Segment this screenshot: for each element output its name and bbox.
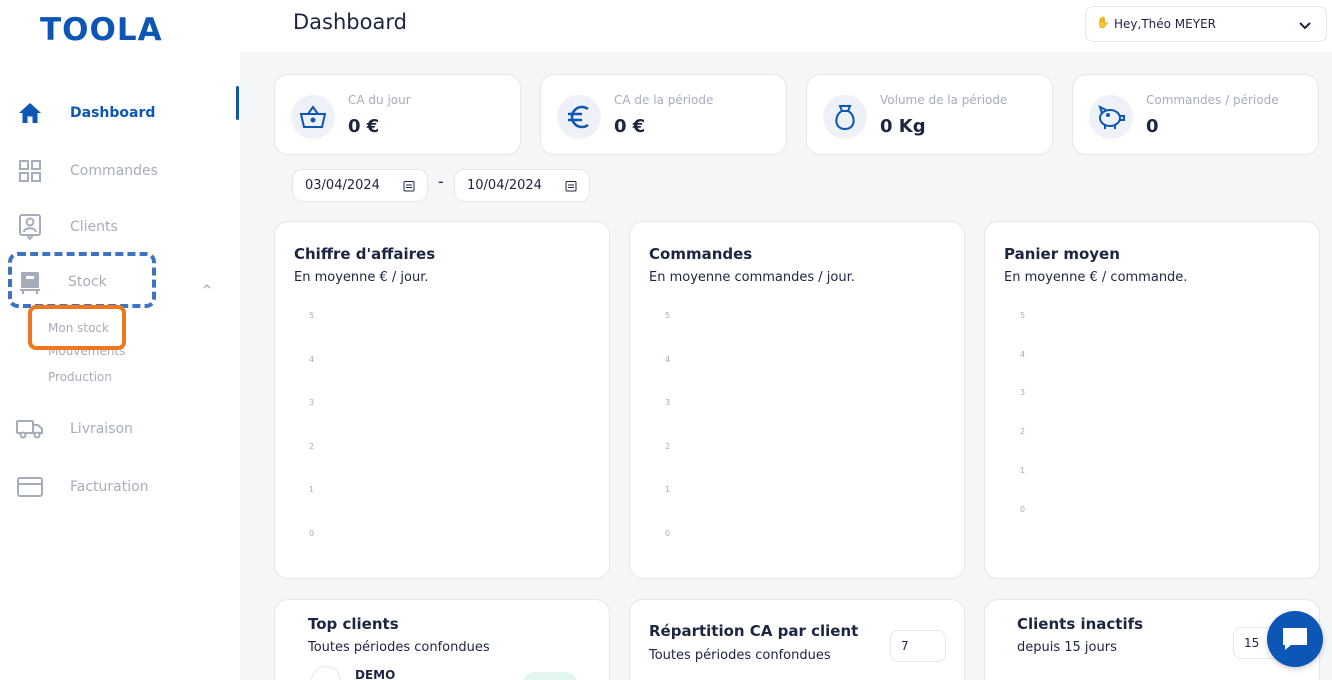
kpi-volume-periode: Volume de la période 0 Kg — [806, 74, 1053, 155]
card-title: Répartition CA par client — [649, 622, 859, 640]
y-tick: 1 — [309, 485, 315, 494]
chart-subtitle: En moyenne € / jour. — [294, 270, 429, 285]
weight-icon — [823, 95, 867, 139]
card-subtitle: depuis 15 jours — [1017, 640, 1117, 655]
card-subtitle: Toutes périodes confondues — [308, 640, 490, 655]
y-tick: 5 — [665, 311, 671, 320]
sidebar-subitem-production[interactable]: Production — [48, 370, 112, 384]
client-name[interactable]: DEMO — [355, 668, 395, 680]
y-tick: 3 — [1020, 388, 1026, 397]
kpi-ca-jour: CA du jour 0 € — [274, 74, 521, 155]
sidebar-item-facturation[interactable]: Facturation — [0, 467, 240, 507]
chevron-up-icon[interactable] — [201, 277, 213, 289]
truck-icon — [16, 415, 44, 443]
sidebar-item-clients[interactable]: Clients — [0, 207, 240, 247]
y-tick: 4 — [665, 355, 671, 364]
inactive-days-value: 15 — [1244, 636, 1260, 650]
y-tick: 2 — [1020, 427, 1026, 436]
home-icon — [16, 99, 44, 127]
calendar-icon[interactable] — [403, 180, 415, 192]
client-count-value: 7 — [901, 639, 909, 653]
active-indicator — [236, 86, 239, 120]
chat-bubble-icon — [1283, 628, 1307, 650]
y-tick: 5 — [1020, 311, 1026, 320]
card-title: Top clients — [308, 615, 399, 633]
date-start-input[interactable]: 03/04/2024 — [292, 169, 428, 202]
chart-title: Commandes — [649, 245, 753, 263]
waving-hand-icon: ✋ — [1096, 16, 1110, 29]
chart-title: Chiffre d'affaires — [294, 245, 436, 263]
kpi-value: 0 € — [614, 116, 646, 137]
date-end-value: 10/04/2024 — [467, 178, 542, 193]
repartition-ca-card: Répartition CA par client Toutes période… — [629, 599, 965, 680]
y-tick: 0 — [1020, 505, 1026, 514]
mon-stock-highlight[interactable]: Mon stock — [28, 305, 126, 350]
calendar-icon[interactable] — [565, 180, 577, 192]
y-tick: 3 — [665, 398, 671, 407]
y-tick: 2 — [309, 442, 315, 451]
page-title: Dashboard — [293, 10, 407, 34]
sidebar-subitem-mon-stock[interactable]: Mon stock — [48, 321, 109, 335]
sidebar-item-dashboard[interactable]: Dashboard — [0, 93, 240, 133]
y-tick: 2 — [665, 442, 671, 451]
sidebar-item-livraison[interactable]: Livraison — [0, 409, 240, 449]
kpi-value: 0 — [1146, 116, 1159, 137]
y-tick: 4 — [309, 355, 315, 364]
kpi-value: 0 Kg — [880, 116, 926, 137]
sidebar-item-commandes[interactable]: Commandes — [0, 151, 240, 191]
status-badge — [523, 672, 577, 680]
kpi-label: Volume de la période — [880, 93, 1008, 107]
sidebar-item-label: Dashboard — [70, 105, 156, 121]
chart-subtitle: En moyenne commandes / jour. — [649, 270, 855, 285]
main-content: Dashboard ✋ Hey,Théo MEYER CA du jour 0 … — [240, 0, 1332, 680]
kpi-label: Commandes / période — [1146, 93, 1279, 107]
card-title: Clients inactifs — [1017, 615, 1144, 633]
y-tick: 0 — [309, 529, 315, 538]
chat-button[interactable] — [1267, 611, 1323, 667]
y-tick: 3 — [309, 398, 315, 407]
sidebar-item-label: Clients — [70, 219, 118, 235]
date-end-input[interactable]: 10/04/2024 — [454, 169, 590, 202]
chart-card-panier-moyen: Panier moyen En moyenne € / commande. 5 … — [984, 221, 1320, 579]
client-count-input[interactable]: 7 — [890, 630, 946, 662]
contact-card-icon — [16, 213, 44, 241]
grid-icon — [16, 157, 44, 185]
kpi-label: CA de la période — [614, 93, 714, 107]
avatar — [311, 666, 341, 680]
kpi-label: CA du jour — [348, 93, 411, 107]
y-tick: 1 — [1020, 466, 1026, 475]
y-tick: 4 — [1020, 350, 1026, 359]
app-logo[interactable]: TOOLA — [40, 12, 163, 48]
chevron-down-icon[interactable] — [1298, 18, 1312, 32]
date-range-separator: - — [438, 172, 444, 191]
piggy-bank-icon — [1089, 95, 1133, 139]
y-tick: 0 — [665, 529, 671, 538]
chart-title: Panier moyen — [1004, 245, 1120, 263]
user-menu[interactable]: ✋ Hey,Théo MEYER — [1085, 6, 1327, 42]
y-tick: 5 — [309, 311, 315, 320]
credit-card-icon — [16, 473, 44, 501]
kpi-ca-periode: CA de la période 0 € — [540, 74, 787, 155]
y-tick: 1 — [665, 485, 671, 494]
kpi-commandes-periode: Commandes / période 0 — [1072, 74, 1319, 155]
euro-icon — [557, 95, 601, 139]
user-greeting: Hey,Théo MEYER — [1114, 17, 1216, 31]
card-subtitle: Toutes périodes confondues — [649, 648, 831, 663]
kpi-value: 0 € — [348, 116, 380, 137]
stock-highlight-frame — [8, 252, 156, 308]
chart-card-commandes: Commandes En moyenne commandes / jour. 5… — [629, 221, 965, 579]
sidebar-item-label: Livraison — [70, 421, 133, 437]
sidebar-item-label: Facturation — [70, 479, 149, 495]
sidebar-item-label: Commandes — [70, 163, 158, 179]
chart-subtitle: En moyenne € / commande. — [1004, 270, 1188, 285]
chart-card-chiffre-affaires: Chiffre d'affaires En moyenne € / jour. … — [274, 221, 610, 579]
basket-icon — [291, 95, 335, 139]
date-start-value: 03/04/2024 — [305, 178, 380, 193]
top-clients-card: Top clients Toutes périodes confondues D… — [274, 599, 610, 680]
sidebar: TOOLA Dashboard Commandes Clients Stock … — [0, 0, 240, 680]
